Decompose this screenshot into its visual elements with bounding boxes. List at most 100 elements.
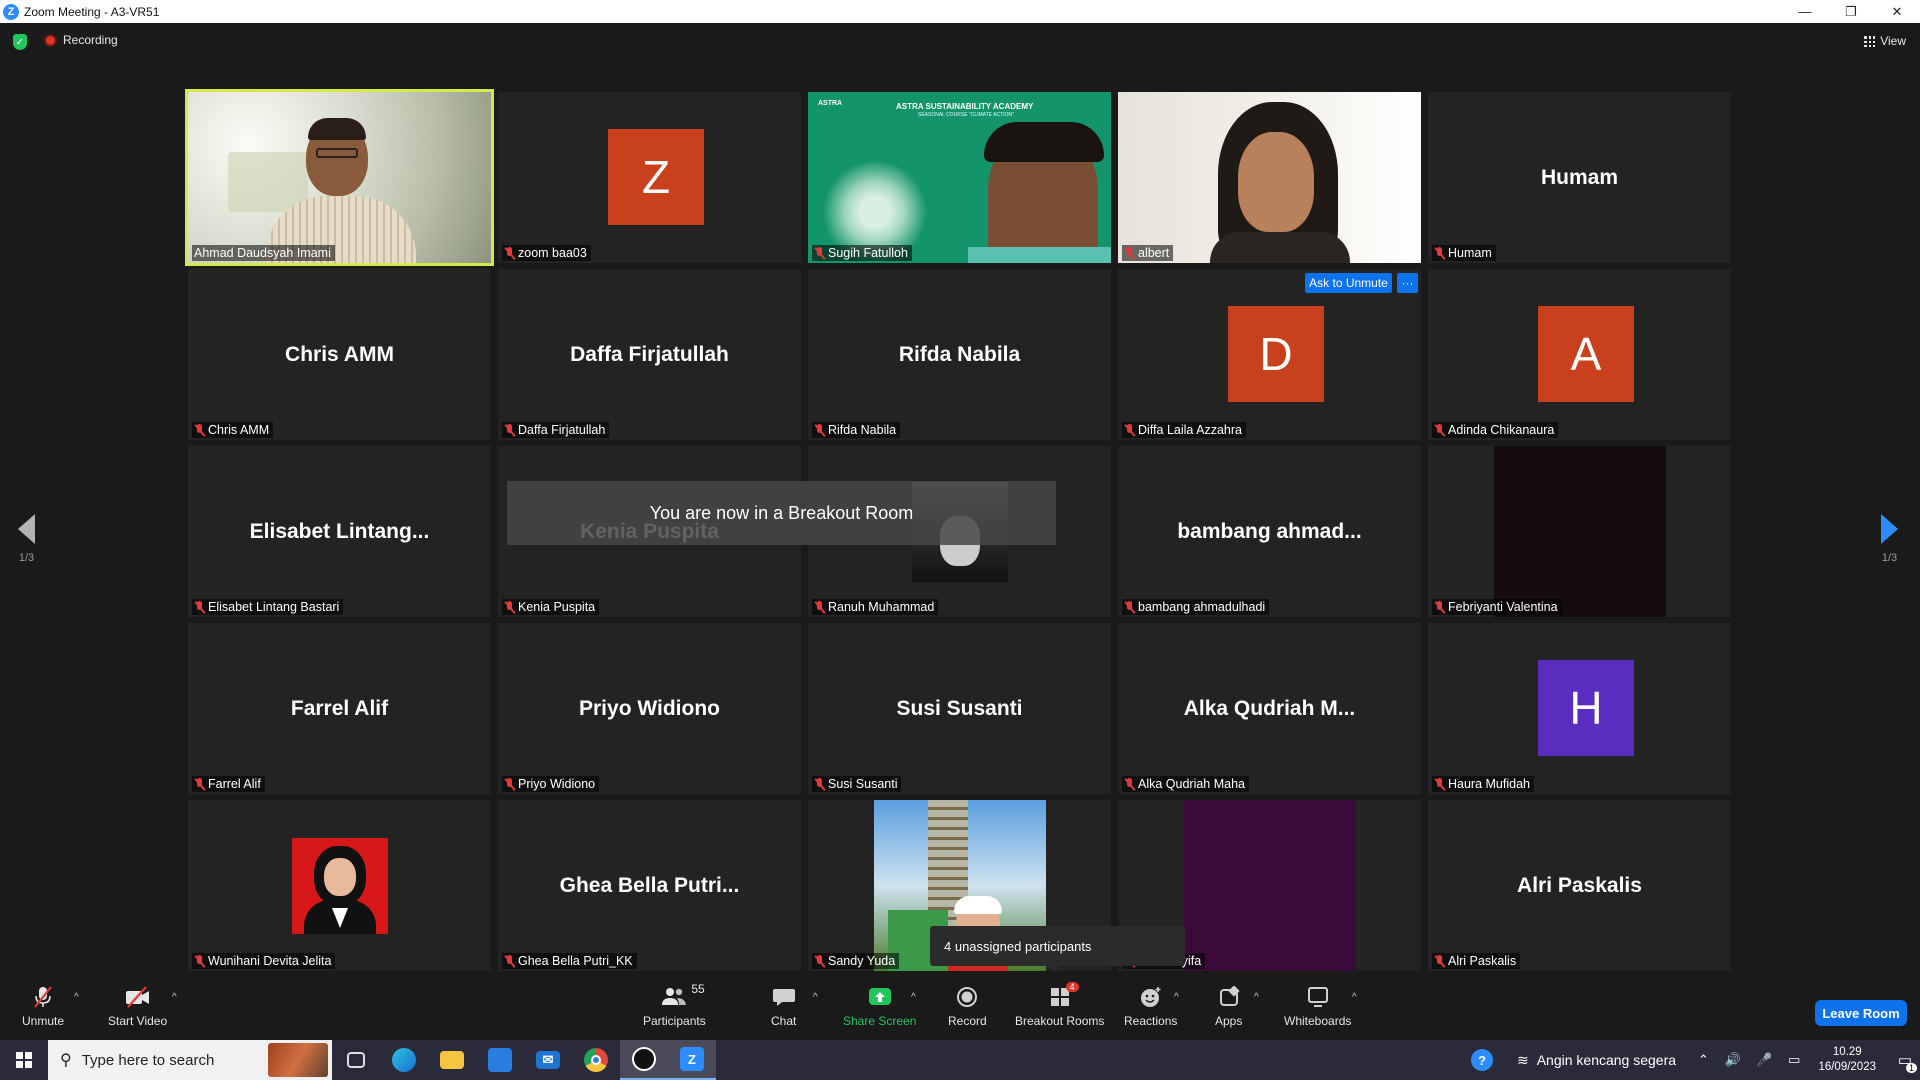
participant-name: Alri Paskalis xyxy=(1448,954,1517,968)
participant-tile[interactable]: Alri Paskalis Alri Paskalis xyxy=(1428,800,1731,971)
messenger-app-icon xyxy=(632,1047,656,1071)
file-explorer-button[interactable] xyxy=(428,1040,476,1080)
participant-name-label: Ranuh Muhammad xyxy=(812,599,939,615)
participant-name: Humam xyxy=(1448,246,1492,260)
chrome-button[interactable] xyxy=(572,1040,620,1080)
participant-tile[interactable]: Daffa Firjatullah Daffa Firjatullah xyxy=(498,269,801,440)
participant-tile[interactable]: Wunihani Devita Jelita xyxy=(188,800,491,971)
participants-button[interactable]: 55 Participants xyxy=(643,982,706,1028)
apps-button[interactable]: Apps xyxy=(1215,984,1242,1028)
share-options-caret-icon[interactable]: ^ xyxy=(911,992,916,1003)
participant-name-label: albert xyxy=(1122,245,1174,261)
breakout-rooms-button[interactable]: 4 Breakout Rooms xyxy=(1015,982,1104,1028)
participant-name-label: Ghea Bella Putri_KK xyxy=(502,953,637,969)
mail-button[interactable]: ✉ xyxy=(524,1040,572,1080)
reactions-options-caret-icon[interactable]: ^ xyxy=(1174,992,1179,1003)
next-page-button[interactable]: 1/3 xyxy=(1881,514,1898,564)
profile-photo xyxy=(954,896,1002,914)
participant-tile[interactable]: Priyo Widiono Priyo Widiono xyxy=(498,623,801,794)
video-options-caret-icon[interactable]: ^ xyxy=(172,992,177,1003)
participant-display-name: Rifda Nabila xyxy=(898,343,1021,366)
zoom-logo-icon: Z xyxy=(3,3,19,20)
participant-name: bambang ahmadulhadi xyxy=(1138,600,1266,614)
participant-tile[interactable]: H Haura Mufidah xyxy=(1428,623,1731,794)
participant-name: Ghea Bella Putri_KK xyxy=(518,954,633,968)
leave-room-button[interactable]: Leave Room xyxy=(1815,1000,1907,1026)
participant-tile[interactable]: Humam Humam xyxy=(1428,92,1731,263)
store-button[interactable] xyxy=(476,1040,524,1080)
start-button[interactable] xyxy=(0,1040,48,1080)
profile-photo xyxy=(324,858,356,896)
participant-display-name: bambang ahmad... xyxy=(1177,520,1362,543)
taskbar-clock[interactable]: 10.29 16/09/2023 xyxy=(1818,1045,1876,1075)
participant-name: Farrel Alif xyxy=(208,777,261,791)
slide-brand: ASTRA xyxy=(818,100,843,107)
chat-options-caret-icon[interactable]: ^ xyxy=(813,992,818,1003)
messenger-app-button[interactable] xyxy=(620,1040,668,1080)
mic-muted-icon xyxy=(194,777,205,791)
view-button[interactable]: View xyxy=(1864,34,1906,48)
record-dot-icon xyxy=(44,33,57,47)
profile-photo xyxy=(1184,800,1356,971)
weather-widget[interactable]: ≋ Angin kencang segera xyxy=(1517,1052,1676,1069)
participant-name-label: Alka Qudriah Maha xyxy=(1122,776,1250,792)
chat-button[interactable]: Chat xyxy=(771,984,796,1028)
slide-subtitle: SEASONAL COURSE "CLIMATE ACTION" xyxy=(918,112,1014,118)
close-button[interactable]: ✕ xyxy=(1874,0,1920,23)
clock-date: 16/09/2023 xyxy=(1818,1061,1876,1073)
participant-name: Haura Mufidah xyxy=(1448,777,1530,791)
reactions-smiley-icon xyxy=(1139,984,1163,1010)
task-view-button[interactable] xyxy=(332,1040,380,1080)
encryption-shield-icon[interactable]: ✓ xyxy=(13,34,27,50)
notification-center-button[interactable]: ▭ 1 xyxy=(1890,1040,1920,1080)
share-screen-button[interactable]: Share Screen xyxy=(843,984,916,1028)
participant-tile[interactable]: A Adinda Chikanaura xyxy=(1428,269,1731,440)
participant-tile[interactable]: Rifda Nabila Rifda Nabila xyxy=(808,269,1111,440)
recording-indicator[interactable]: Recording xyxy=(44,33,118,47)
chat-label: Chat xyxy=(771,1014,797,1028)
participant-tile[interactable]: Susi Susanti Susi Susanti xyxy=(808,623,1111,794)
apps-options-caret-icon[interactable]: ^ xyxy=(1254,992,1259,1003)
more-options-button[interactable]: ··· xyxy=(1397,273,1418,293)
whiteboards-options-caret-icon[interactable]: ^ xyxy=(1352,992,1357,1003)
participant-tile[interactable]: Alka Qudriah M... Alka Qudriah Maha xyxy=(1118,623,1421,794)
breakout-rooms-badge: 4 xyxy=(1065,982,1079,992)
edge-button[interactable] xyxy=(380,1040,428,1080)
participant-tile[interactable]: albert xyxy=(1118,92,1421,263)
participant-display-name: Elisabet Lintang... xyxy=(249,520,430,543)
window-titlebar: Z Zoom Meeting - A3-VR51 — ❐ ✕ xyxy=(0,0,1920,23)
windows-logo-icon xyxy=(16,1052,32,1068)
participant-name-label: Rifda Nabila xyxy=(812,422,901,438)
participant-tile[interactable]: Chris AMM Chris AMM xyxy=(188,269,491,440)
whiteboards-button[interactable]: Whiteboards xyxy=(1284,984,1351,1028)
tray-system-icons[interactable]: ⌃ 🔊 🎤 ▭ xyxy=(1698,1052,1806,1068)
participant-tile[interactable]: bambang ahmad... bambang ahmadulhadi xyxy=(1118,446,1421,617)
participant-tile[interactable]: Ahmad Daudsyah Imami xyxy=(185,89,494,266)
minimize-button[interactable]: — xyxy=(1782,0,1828,23)
participants-count: 55 xyxy=(691,982,705,996)
taskbar-search[interactable]: ⚲ Type here to search xyxy=(48,1040,332,1080)
ask-to-unmute-button[interactable]: Ask to Unmute xyxy=(1305,273,1392,293)
participant-name: Kenia Puspita xyxy=(518,600,596,614)
mic-muted-icon xyxy=(814,777,825,791)
participant-tile[interactable]: D Diffa Laila Azzahra xyxy=(1118,269,1421,440)
share-screen-label: Share Screen xyxy=(843,1014,917,1028)
participant-name: Ahmad Daudsyah Imami xyxy=(194,246,331,260)
participant-name: Adinda Chikanaura xyxy=(1448,423,1555,437)
restore-button[interactable]: ❐ xyxy=(1828,0,1874,23)
zoom-taskbar-button[interactable]: Z xyxy=(668,1040,716,1080)
participant-tile[interactable]: Farrel Alif Farrel Alif xyxy=(188,623,491,794)
participant-tile[interactable]: ASTRA ASTRA SUSTAINABILITY ACADEMY SEASO… xyxy=(808,92,1111,263)
help-icon[interactable]: ? xyxy=(1470,1049,1493,1071)
start-video-button[interactable]: Start Video xyxy=(108,984,167,1028)
reactions-button[interactable]: Reactions xyxy=(1124,984,1177,1028)
unmute-button[interactable]: Unmute xyxy=(22,984,64,1028)
participant-name-label: zoom baa03 xyxy=(502,245,591,261)
participant-tile[interactable]: Febriyanti Valentina xyxy=(1428,446,1731,617)
audio-options-caret-icon[interactable]: ^ xyxy=(74,992,79,1003)
previous-page-button[interactable]: 1/3 xyxy=(18,514,35,564)
participant-tile[interactable]: Ghea Bella Putri... Ghea Bella Putri_KK xyxy=(498,800,801,971)
participant-tile[interactable]: Elisabet Lintang... Elisabet Lintang Bast… xyxy=(188,446,491,617)
record-button[interactable]: Record xyxy=(948,984,987,1028)
participant-tile[interactable]: Zzoom baa03 xyxy=(498,92,801,263)
